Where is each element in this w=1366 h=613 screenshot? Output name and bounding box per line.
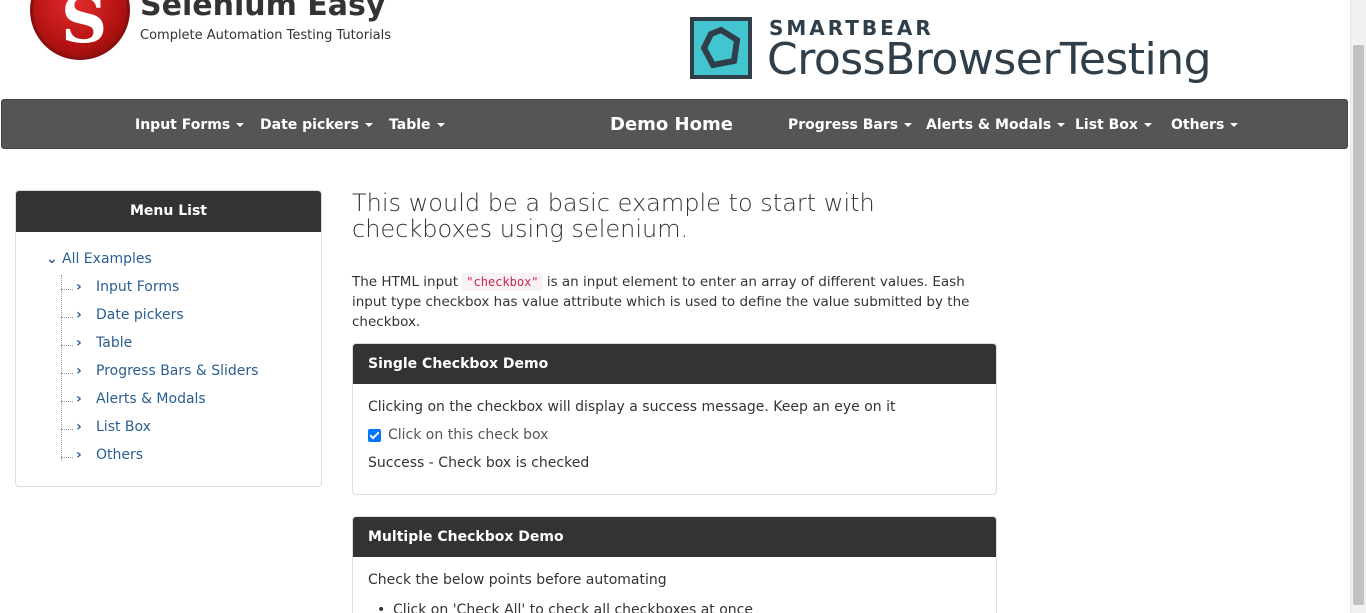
sidebar-item-label: Table [96, 335, 133, 351]
sidebar-item-label: Date pickers [96, 307, 184, 323]
page-title: This would be a basic example to start w… [352, 189, 875, 243]
sidebar-item-label: List Box [96, 419, 151, 435]
tree-connector [61, 373, 73, 374]
sidebar-item-label: Alerts & Modals [96, 391, 206, 407]
single-checkbox-description: Clicking on the checkbox will display a … [368, 399, 896, 415]
nav-date-pickers-label: Date pickers [260, 117, 359, 133]
nav-table[interactable]: Table [389, 100, 445, 150]
nav-input-forms[interactable]: Input Forms [135, 100, 245, 150]
tree-connector [61, 457, 73, 458]
chevron-right-icon: › [76, 447, 82, 463]
tree-connector [61, 345, 73, 346]
caret-down-icon [436, 123, 445, 127]
caret-down-icon [1143, 123, 1152, 127]
tree-connector [61, 401, 73, 402]
multiple-checkbox-heading: Multiple Checkbox Demo [353, 517, 996, 557]
site-header: S Selenium Easy Complete Automation Test… [0, 0, 1350, 99]
selenium-logo-icon[interactable]: S [30, 0, 130, 60]
sidebar-item-date-pickers[interactable]: › Date pickers [76, 307, 184, 323]
crossbrowsertesting-logo-icon[interactable] [690, 17, 752, 79]
nav-others-label: Others [1171, 117, 1225, 133]
menu-list-panel: Menu List ⌄ All Examples › Input Forms › Da… [15, 190, 322, 487]
chevron-right-icon: › [76, 391, 82, 407]
intro-code: "checkbox" [462, 273, 543, 291]
caret-down-icon [364, 123, 373, 127]
sidebar-item-label: Others [96, 447, 144, 463]
caret-down-icon [904, 123, 913, 127]
nav-progress-bars-label: Progress Bars [788, 117, 899, 133]
caret-down-icon [1230, 123, 1239, 127]
nav-date-pickers[interactable]: Date pickers [260, 100, 373, 150]
tree-connector [61, 429, 73, 430]
nav-table-label: Table [389, 117, 431, 133]
intro-paragraph: The HTML input "checkbox" is an input el… [352, 272, 992, 332]
chevron-right-icon: › [76, 307, 82, 323]
sponsor-name[interactable]: CrossBrowserTesting [767, 34, 1212, 85]
site-title[interactable]: Selenium Easy [140, 0, 385, 23]
sidebar-item-label: Input Forms [96, 279, 180, 295]
sidebar-item-input-forms[interactable]: › Input Forms [76, 279, 179, 295]
main-navbar: Input Forms Date pickers Table Demo Home… [1, 99, 1348, 149]
sidebar-item-alerts-modals[interactable]: › Alerts & Modals [76, 391, 206, 407]
tree-root-all-examples[interactable]: ⌄ All Examples [46, 251, 152, 267]
multiple-checkbox-description: Check the below points before automating [368, 572, 667, 588]
page-scrollbar[interactable] [1350, 0, 1366, 613]
nav-others[interactable]: Others [1171, 100, 1239, 150]
checkbox-checked-icon[interactable] [368, 428, 381, 442]
tree-root-label: All Examples [62, 251, 152, 267]
chevron-down-icon: ⌄ [46, 251, 58, 267]
chevron-right-icon: › [76, 279, 82, 295]
nav-demo-home[interactable]: Demo Home [610, 100, 733, 150]
list-item: Click on 'Check All' to check all checkb… [377, 602, 753, 613]
single-checkbox-panel: Single Checkbox Demo Clicking on the che… [352, 343, 997, 495]
sidebar-item-table[interactable]: › Table [76, 335, 132, 351]
single-checkbox-label[interactable]: Click on this check box [388, 427, 548, 443]
sidebar-item-list-box[interactable]: › List Box [76, 419, 151, 435]
nav-input-forms-label: Input Forms [135, 117, 231, 133]
site-tagline: Complete Automation Testing Tutorials [140, 28, 392, 43]
nav-list-box-label: List Box [1075, 117, 1138, 133]
nav-list-box[interactable]: List Box [1075, 100, 1152, 150]
sidebar-item-label: Progress Bars & Sliders [96, 363, 259, 379]
chevron-right-icon: › [76, 363, 82, 379]
single-checkbox-heading: Single Checkbox Demo [353, 344, 996, 384]
sidebar-item-others[interactable]: › Others [76, 447, 143, 463]
multiple-checkbox-panel: Multiple Checkbox Demo Check the below p… [352, 516, 997, 613]
caret-down-icon [236, 123, 245, 127]
scrollbar-thumb[interactable] [1353, 45, 1364, 605]
tree-connector [61, 317, 73, 318]
nav-alerts-modals-label: Alerts & Modals [926, 117, 1052, 133]
tree-connector [61, 289, 73, 290]
chevron-right-icon: › [76, 335, 82, 351]
success-message: Success - Check box is checked [368, 455, 590, 471]
intro-text: The HTML input [352, 274, 463, 290]
chevron-right-icon: › [76, 419, 82, 435]
menu-list-heading: Menu List [16, 191, 321, 232]
nav-progress-bars[interactable]: Progress Bars [788, 100, 913, 150]
tree-connector [61, 275, 62, 461]
caret-down-icon [1057, 123, 1066, 127]
nav-alerts-modals[interactable]: Alerts & Modals [926, 100, 1066, 150]
single-checkbox-row[interactable]: Click on this check box [368, 427, 981, 443]
sidebar-item-progress-bars[interactable]: › Progress Bars & Sliders [76, 363, 258, 379]
